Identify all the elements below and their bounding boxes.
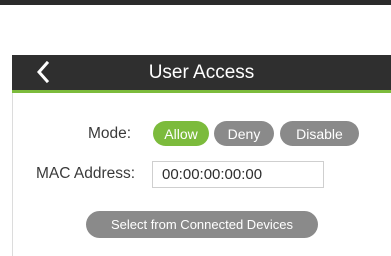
page-header: User Access [12, 55, 391, 93]
mode-allow-button[interactable]: Allow [153, 121, 209, 146]
mac-address-label: MAC Address: [36, 165, 136, 182]
select-connected-devices-button[interactable]: Select from Connected Devices [86, 211, 318, 238]
mode-deny-button[interactable]: Deny [214, 121, 274, 146]
mac-address-input[interactable] [152, 161, 324, 188]
top-edge-bar [0, 0, 391, 5]
mode-disable-button[interactable]: Disable [280, 121, 359, 146]
mode-label: Mode: [88, 125, 132, 142]
page-title: User Access [148, 61, 255, 83]
